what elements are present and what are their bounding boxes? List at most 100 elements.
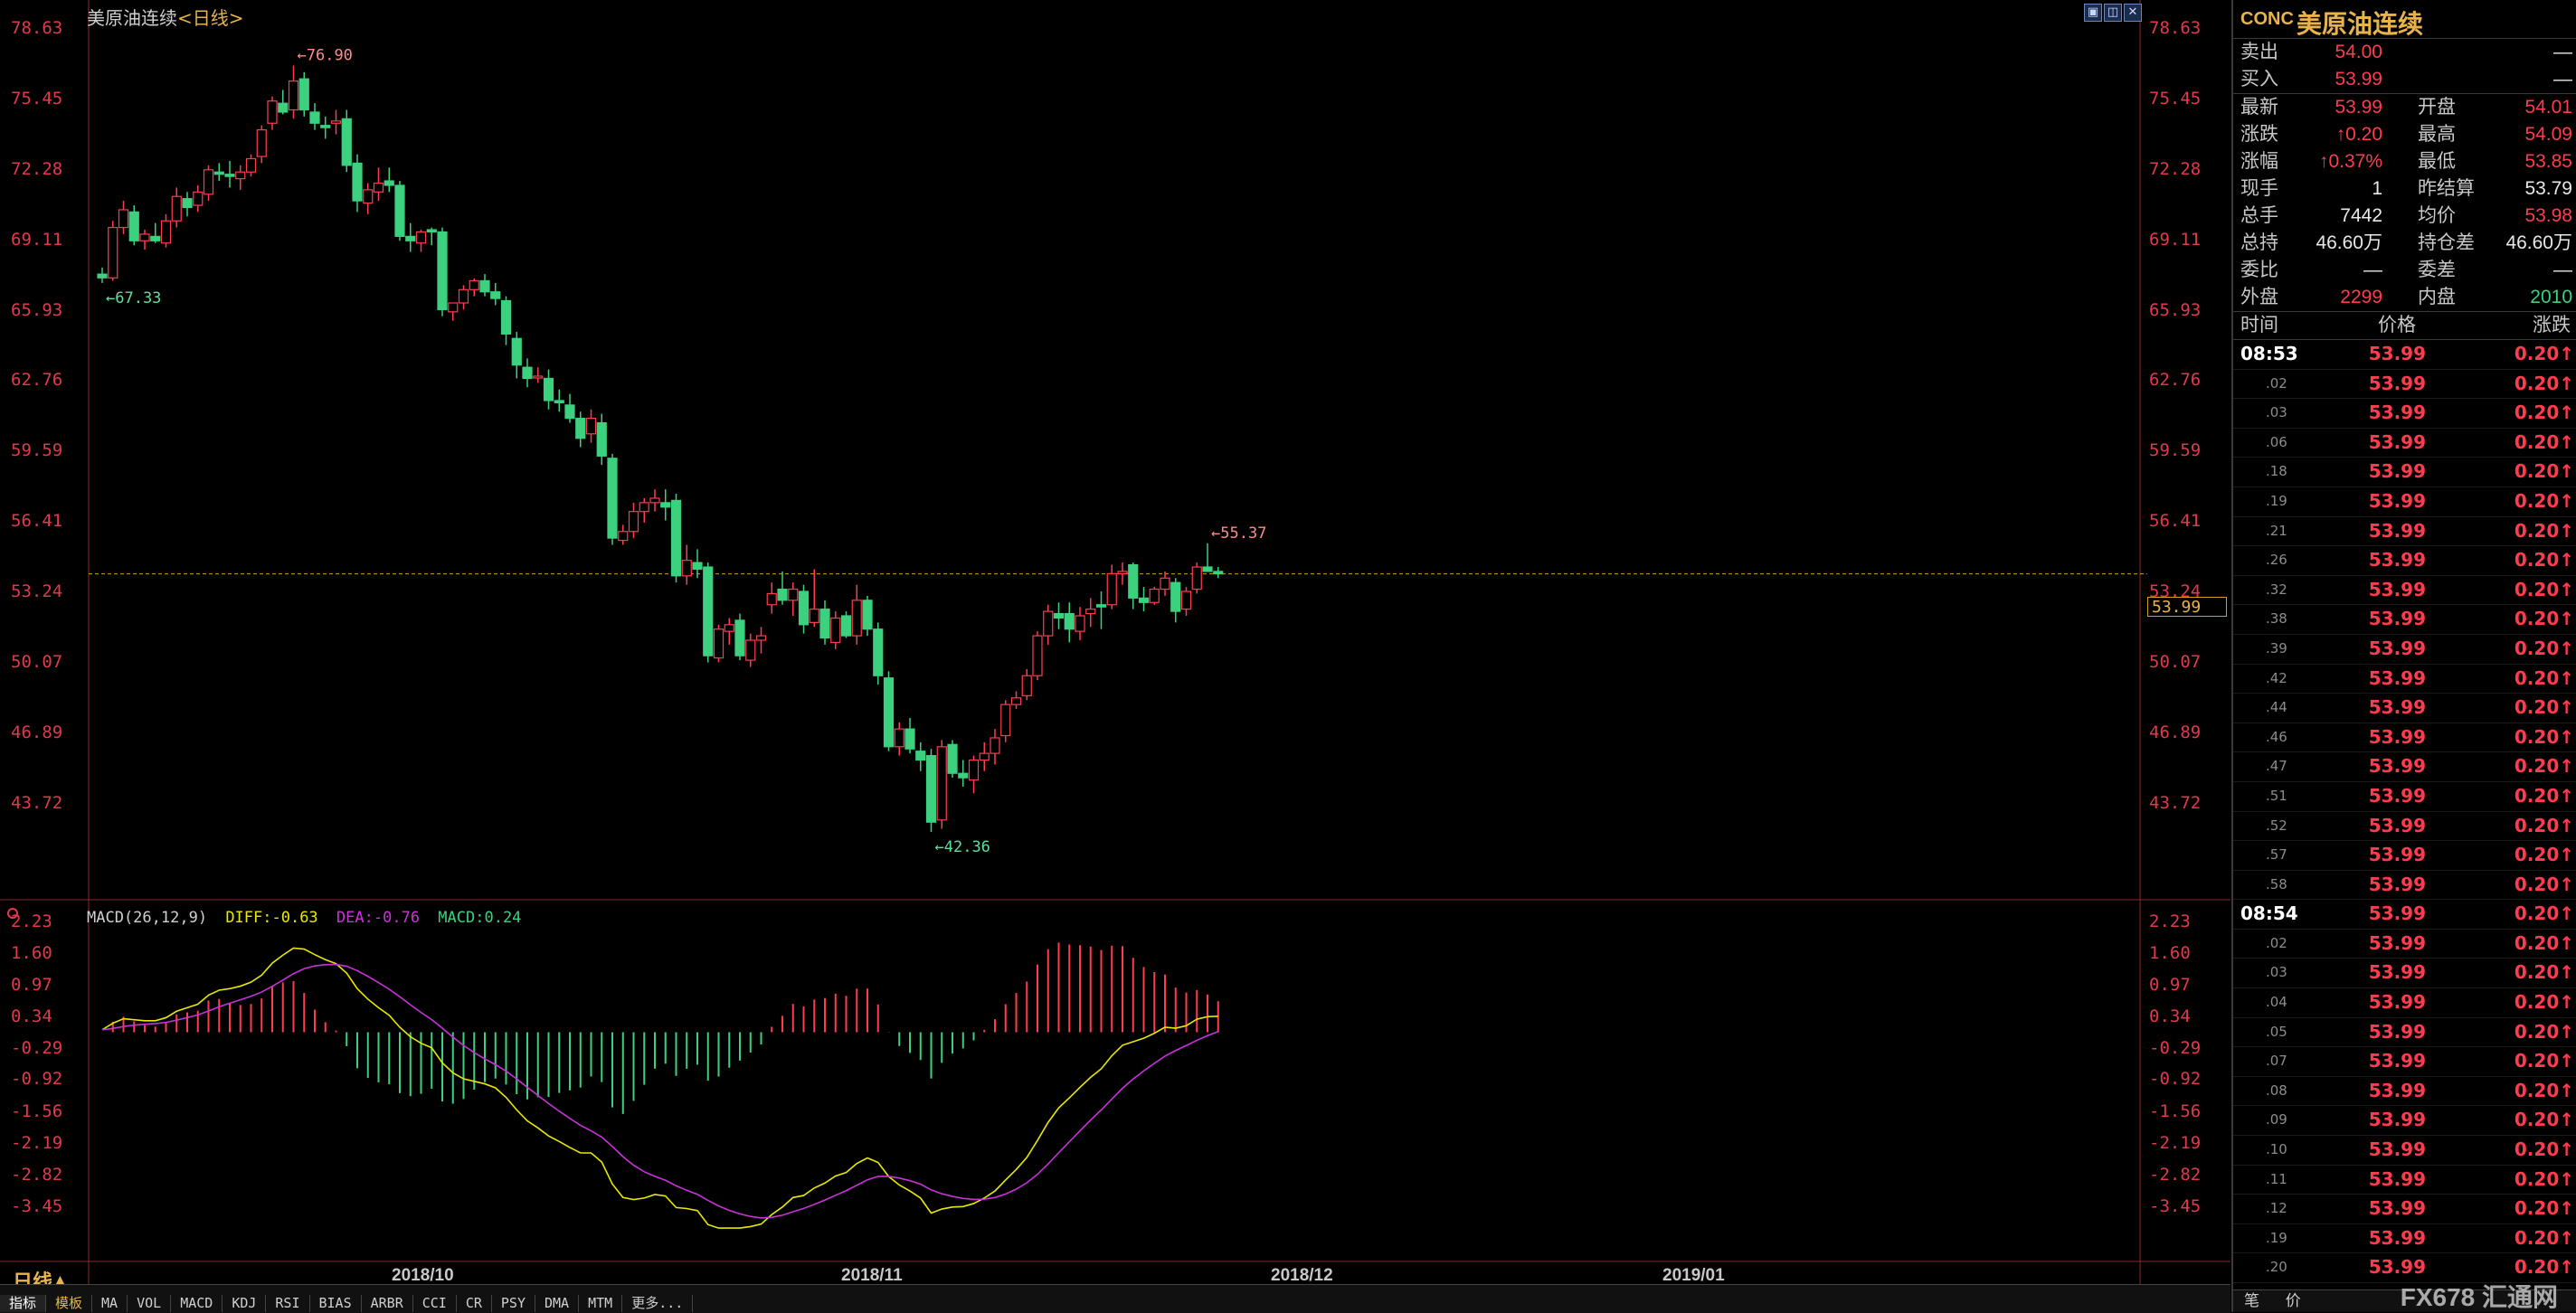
tick-change: 0.20↑ bbox=[2514, 372, 2574, 394]
indicator-tab[interactable]: ARBR bbox=[362, 1295, 413, 1312]
candle-body bbox=[819, 609, 830, 639]
candle-body bbox=[373, 182, 384, 193]
stat-row: 总手 7442 均价 53.98 bbox=[2233, 203, 2576, 230]
indicator-tab[interactable]: DMA bbox=[535, 1295, 580, 1312]
y-axis-tick: 78.63 bbox=[11, 18, 63, 38]
tick-change: 0.20↑ bbox=[2514, 1167, 2574, 1190]
candle-body bbox=[320, 125, 331, 128]
y-axis-tick: 75.45 bbox=[11, 89, 63, 109]
tick-row: .04 53.99 0.20↑ bbox=[2233, 988, 2576, 1018]
tick-time: .51 bbox=[2266, 787, 2287, 804]
tick-time: .42 bbox=[2266, 669, 2287, 686]
macd-value: MACD:0.24 bbox=[438, 909, 522, 927]
y-axis-tick: 72.28 bbox=[2149, 158, 2202, 179]
y-axis-tick: 69.11 bbox=[11, 229, 63, 250]
candle-body bbox=[469, 279, 479, 290]
stat-value: — bbox=[2363, 260, 2382, 280]
indicator-tab[interactable]: CCI bbox=[413, 1295, 457, 1312]
tick-row: .02 53.99 0.20↑ bbox=[2233, 930, 2576, 959]
candle-body bbox=[213, 171, 224, 175]
candle-body bbox=[1095, 604, 1107, 608]
indicator-tab[interactable]: 模板 bbox=[46, 1295, 93, 1312]
indicator-tab[interactable]: CR bbox=[457, 1295, 492, 1312]
candle-body bbox=[809, 609, 819, 623]
stat-label: 外盘 bbox=[2240, 287, 2278, 307]
candle-body bbox=[596, 421, 607, 457]
candle-body bbox=[437, 231, 448, 310]
candle-body bbox=[724, 624, 734, 632]
tick-price: 53.99 bbox=[2368, 1256, 2426, 1279]
macd-y-tick: 0.34 bbox=[11, 1006, 52, 1026]
tick-price: 53.99 bbox=[2368, 1167, 2426, 1190]
indicator-tab[interactable]: MTM bbox=[579, 1295, 623, 1312]
candle-body bbox=[1202, 566, 1213, 572]
candle-body bbox=[851, 600, 862, 637]
close-icon[interactable]: ✕ bbox=[2124, 4, 2142, 22]
tick-time: 08:53 bbox=[2240, 343, 2298, 364]
tick-row: .51 53.99 0.20↑ bbox=[2233, 782, 2576, 812]
tick-change: 0.20↑ bbox=[2514, 1226, 2574, 1249]
candle-body bbox=[394, 184, 405, 237]
tick-change: 0.20↑ bbox=[2514, 1079, 2574, 1101]
indicator-tab[interactable]: MACD bbox=[171, 1295, 223, 1312]
tick-row: .19 53.99 0.20↑ bbox=[2233, 1224, 2576, 1254]
stat-row: 外盘 2299 内盘 2010 bbox=[2233, 284, 2576, 311]
tick-change: 0.20↑ bbox=[2514, 549, 2574, 571]
restore-icon[interactable]: ▣ bbox=[2084, 4, 2102, 22]
candle-body bbox=[936, 746, 947, 821]
stat-label: 内盘 bbox=[2418, 287, 2456, 307]
tick-change: 0.20↑ bbox=[2514, 637, 2574, 659]
tick-time: .19 bbox=[2266, 492, 2287, 509]
tick-price: 53.99 bbox=[2368, 519, 2426, 542]
kline-chart-area[interactable]: ←76.90 ←42.36 ←67.33 ←55.37 美原油连续<日线> ▣ ◫ ✕… bbox=[0, 0, 2230, 1294]
tick-price: 53.99 bbox=[2368, 608, 2426, 630]
tick-change: 0.20↑ bbox=[2514, 814, 2574, 836]
candle-body bbox=[1106, 572, 1117, 606]
candle-body bbox=[904, 728, 915, 750]
candle-body bbox=[692, 562, 703, 571]
tick-change: 0.20↑ bbox=[2514, 1050, 2574, 1072]
tick-change: 0.20↑ bbox=[2514, 519, 2574, 542]
tick-row: .42 53.99 0.20↑ bbox=[2233, 665, 2576, 694]
stat-value: ↑0.20 bbox=[2335, 124, 2382, 145]
candle-body bbox=[522, 366, 533, 380]
panel-footer: 笔 价 FX678 汇通网 bbox=[2233, 1285, 2576, 1312]
indicator-tab[interactable]: VOL bbox=[128, 1295, 172, 1312]
indicator-tab[interactable]: PSY bbox=[492, 1295, 535, 1312]
stats-section: 最新 53.99 开盘 54.01 涨跌 ↑0.20 最高 54.09 涨幅 ↑0.37% 最低 53… bbox=[2233, 94, 2576, 311]
candle-body bbox=[873, 628, 884, 676]
stat-row: 现手 1 昨结算 53.79 bbox=[2233, 175, 2576, 203]
candle-body bbox=[639, 502, 649, 513]
chart-canvas[interactable]: ←76.90 ←42.36 ←67.33 ←55.37 bbox=[0, 0, 2230, 1284]
tick-change: 0.20↑ bbox=[2514, 460, 2574, 483]
tick-row: .26 53.99 0.20↑ bbox=[2233, 546, 2576, 576]
y-axis-tick: 56.41 bbox=[11, 511, 63, 532]
indicator-tab[interactable]: MA bbox=[92, 1295, 128, 1312]
macd-y-tick: 2.23 bbox=[11, 912, 52, 931]
indicator-tab[interactable]: 更多... bbox=[622, 1295, 694, 1312]
footer-tab-price[interactable]: 价 bbox=[2275, 1292, 2312, 1309]
indicator-tab[interactable]: BIAS bbox=[310, 1295, 362, 1312]
tick-price: 53.99 bbox=[2368, 1226, 2426, 1249]
stat-label: 卖出 bbox=[2240, 42, 2278, 62]
tick-change: 0.20↑ bbox=[2514, 1138, 2574, 1161]
footer-tab-ticks[interactable]: 笔 bbox=[2233, 1292, 2270, 1309]
indicator-tab[interactable]: KDJ bbox=[223, 1295, 267, 1312]
tick-time: .52 bbox=[2266, 817, 2287, 834]
low-annotation: ←42.36 bbox=[935, 838, 990, 856]
tick-change: 0.20↑ bbox=[2514, 666, 2574, 689]
candle-body bbox=[171, 195, 182, 222]
indicator-tab[interactable]: RSI bbox=[266, 1295, 310, 1312]
tick-row: .57 53.99 0.20↑ bbox=[2233, 841, 2576, 871]
y-axis-tick: 50.07 bbox=[11, 651, 63, 672]
tick-row: 08:54 53.99 0.20↑ bbox=[2233, 900, 2576, 930]
macd-y-tick: -3.45 bbox=[2149, 1195, 2202, 1216]
split-icon[interactable]: ◫ bbox=[2104, 4, 2122, 22]
tick-time: .38 bbox=[2266, 610, 2287, 628]
tick-price: 53.99 bbox=[2368, 1079, 2426, 1101]
candle-body bbox=[1160, 577, 1170, 590]
x-axis-label: 2018/10 bbox=[392, 1266, 454, 1285]
ticks-list[interactable]: 08:53 53.99 0.20↑ .02 53.99 0.20↑ .03 53.99 0.20… bbox=[2233, 340, 2576, 1283]
tick-row: .39 53.99 0.20↑ bbox=[2233, 635, 2576, 665]
indicator-tab[interactable]: 指标 bbox=[0, 1295, 47, 1312]
